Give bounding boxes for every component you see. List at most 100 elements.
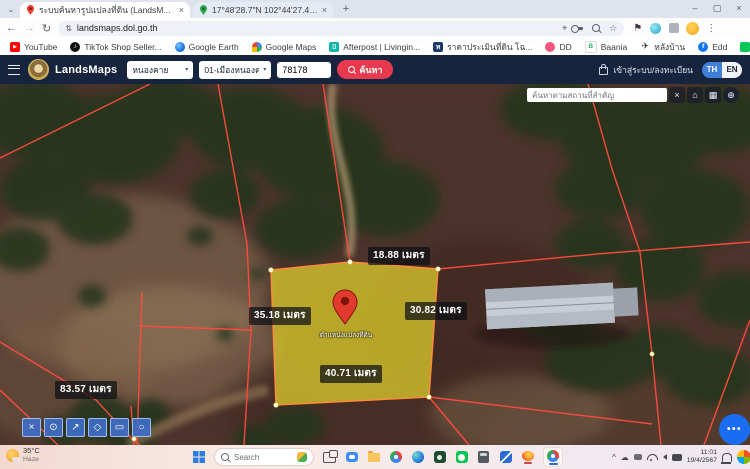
wifi-icon[interactable] [647, 454, 658, 460]
tool-rectangle-icon[interactable]: ▭ [110, 418, 129, 437]
profile-avatar[interactable] [686, 22, 699, 35]
notifications-bell-icon[interactable] [722, 453, 732, 462]
layers-globe-icon[interactable]: ⊕ [723, 87, 739, 103]
red-map-pin-icon [26, 4, 35, 16]
deed-number-input[interactable] [277, 62, 331, 78]
tool-line-icon[interactable]: ↗ [66, 418, 85, 437]
lang-th-button[interactable]: TH [702, 62, 722, 78]
forward-button[interactable]: → [24, 22, 35, 34]
login-area[interactable]: เข้าสู่ระบบ/ลงทะเบียน TH EN [599, 62, 742, 78]
lang-en-button[interactable]: EN [722, 62, 742, 78]
task-view-button[interactable] [323, 451, 336, 464]
tiktok-icon: ♪ [70, 42, 80, 52]
extensions-area: ⚑ [633, 23, 679, 34]
taskbar-clock[interactable]: 11:01 19/4/2567 [687, 449, 717, 465]
copilot-icon[interactable] [737, 450, 750, 464]
volume-icon[interactable] [663, 454, 667, 460]
province-select[interactable]: หนองคาย ▾ [127, 61, 193, 79]
address-bar[interactable]: ⇅ landsmaps.dol.go.th ⌖ ☆ [58, 21, 624, 36]
bookmark-land-price[interactable]: ทราคาประเมินที่ดิน โฉ... [433, 40, 532, 54]
tool-circle-icon[interactable]: ○ [132, 418, 151, 437]
taskbar-search[interactable]: Search [214, 448, 314, 466]
onedrive-cloud-icon[interactable]: ☁ [621, 453, 629, 462]
measurement-label-bottom: 40.71 เมตร [320, 365, 382, 383]
location-icon[interactable]: ⌖ [562, 23, 567, 34]
new-tab-button[interactable]: + [339, 2, 353, 16]
tray-expand-icon[interactable]: ^ [612, 453, 616, 462]
bookmark-langban[interactable]: ✈หลังบ้าน [640, 40, 685, 54]
bookmark-google-maps[interactable]: Google Maps [252, 42, 317, 52]
edge-icon [412, 451, 424, 463]
camera-app-button[interactable] [433, 451, 446, 464]
tool-marker-icon[interactable]: ⊙ [44, 418, 63, 437]
bookmark-label: ราคาประเมินที่ดิน โฉ... [447, 40, 532, 54]
firefox-app-button[interactable] [521, 451, 534, 464]
google-earth-icon [175, 42, 185, 52]
reload-button[interactable]: ↻ [42, 22, 51, 35]
edge-app-button[interactable] [411, 451, 424, 464]
minimize-button[interactable]: – [684, 0, 706, 16]
map-more-fab[interactable]: ••• [719, 414, 750, 445]
home-parcel-icon[interactable]: ⌂ [687, 87, 703, 103]
close-button[interactable]: × [728, 0, 750, 16]
bookmark-label: Google Maps [266, 42, 317, 52]
satellite-map[interactable]: 18.88 เมตร 35.18 เมตร 30.82 เมตร 40.71 เ… [0, 84, 750, 445]
bookmark-google-earth[interactable]: Google Earth [175, 42, 239, 52]
tab-coordinates[interactable]: 17°48'28.7"N 102°44'27.4"E - ... × [193, 2, 333, 18]
pin-caption: ตำแหน่งแปลงที่ดิน [296, 330, 396, 340]
calculator-app-button[interactable] [477, 451, 490, 464]
active-app-icon [547, 450, 559, 462]
bookmark-youtube[interactable]: ▶YouTube [10, 42, 57, 52]
tab-close-icon[interactable]: × [179, 5, 184, 15]
active-indicator [549, 463, 558, 465]
tab-close-icon[interactable]: × [322, 5, 327, 15]
search-highlight-icon [297, 452, 307, 462]
bookmark-label: หลังบ้าน [654, 40, 685, 54]
grid-view-icon[interactable]: ▦ [705, 87, 721, 103]
line-app-button[interactable] [455, 451, 468, 464]
camera-active-icon[interactable] [672, 454, 682, 461]
line-icon [456, 451, 468, 463]
weather-widget[interactable]: 35°C Haze [6, 447, 40, 463]
bookmark-label: YouTube [24, 42, 57, 52]
blue-app-button[interactable] [499, 451, 512, 464]
bookmark-land-sale[interactable]: ตามหาขายที่ดิน [740, 40, 750, 54]
active-browser-button[interactable] [543, 447, 563, 467]
password-key-icon[interactable] [576, 27, 583, 30]
chat-button[interactable] [345, 451, 358, 464]
file-explorer-button[interactable] [367, 451, 380, 464]
tool-polygon-icon[interactable]: ◇ [88, 418, 107, 437]
tab-search-button[interactable]: ⌄ [4, 2, 18, 16]
extension-teal-icon[interactable] [650, 23, 661, 34]
browser-menu-icon[interactable]: ⋮ [706, 23, 716, 34]
bookmark-afterpost[interactable]: []Afterpost | Livingin... [329, 42, 420, 52]
system-tray: ^ ☁ 11:01 19/4/2567 [612, 445, 747, 469]
search-icon [348, 66, 355, 73]
bookmark-star-icon[interactable]: ☆ [609, 23, 617, 34]
chevron-down-icon: ▾ [185, 66, 188, 73]
extension-flag-icon[interactable]: ⚑ [633, 23, 642, 34]
district-select[interactable]: 01-เมืองหนองคาย ▾ [199, 61, 271, 79]
maximize-button[interactable]: ▢ [706, 0, 728, 16]
haze-sun-icon [6, 449, 19, 462]
chrome-app-button[interactable] [389, 451, 402, 464]
screen: ⌄ ระบบค้นหารูปแปลงที่ดิน (LandsM... × 17… [0, 0, 750, 469]
lens-search-icon[interactable] [592, 24, 600, 32]
hamburger-menu-icon[interactable] [8, 65, 20, 75]
search-button[interactable]: ค้นหา [337, 60, 393, 79]
bookmark-label: DD [559, 42, 571, 52]
map-search-input[interactable] [527, 88, 667, 102]
back-button[interactable]: ← [6, 22, 17, 34]
bookmark-edd[interactable]: fEdd [698, 42, 727, 52]
tab-landsmaps[interactable]: ระบบค้นหารูปแปลงที่ดิน (LandsM... × [20, 2, 190, 18]
clear-search-icon[interactable]: × [669, 87, 685, 103]
start-button[interactable] [192, 451, 205, 464]
site-info-icon[interactable]: ⇅ [65, 24, 72, 33]
tool-clear-icon[interactable]: × [22, 418, 41, 437]
bookmark-tiktok[interactable]: ♪TikTok Shop Seller... [70, 42, 161, 52]
windows-logo-icon [193, 451, 205, 463]
bookmark-dd[interactable]: DD [545, 42, 571, 52]
display-icon[interactable] [634, 454, 642, 460]
bookmark-baania[interactable]: BBaania [585, 41, 627, 53]
extensions-puzzle-icon[interactable] [669, 23, 679, 33]
